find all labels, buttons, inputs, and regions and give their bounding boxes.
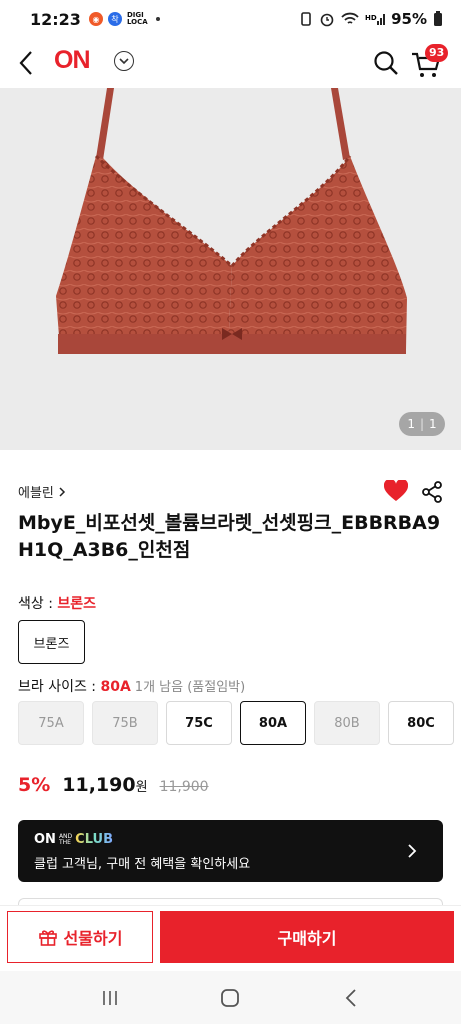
club-logo: ON AND THE CLUB xyxy=(34,832,427,847)
size-chip[interactable]: 75C xyxy=(166,701,232,745)
club-logo-club: CLUB xyxy=(75,832,113,847)
app-loca-text: LOCA xyxy=(126,18,148,26)
price-unit: 원 xyxy=(135,780,148,795)
size-chip[interactable]: 75A xyxy=(18,701,84,745)
battery-icon xyxy=(434,11,442,26)
notification-app-icon: ◉ xyxy=(88,12,103,26)
club-banner-text: 클럽 고객님, 구매 전 혜택을 확인하세요 xyxy=(34,857,251,872)
chevron-right-icon xyxy=(408,844,417,858)
size-selected-value: 80A xyxy=(100,679,131,695)
color-selected-value: 브론즈 xyxy=(57,596,97,612)
chevron-right-icon xyxy=(59,486,65,497)
home-icon xyxy=(221,988,240,1007)
image-counter-current: 1 xyxy=(407,417,415,431)
digilocal-app-icon: DIGI LOCA xyxy=(127,12,148,26)
club-logo-the: THE xyxy=(58,838,71,846)
recent-apps-icon xyxy=(103,990,117,1005)
brand-logo[interactable]: ON xyxy=(54,46,90,75)
search-icon[interactable] xyxy=(372,49,400,77)
recent-apps-button[interactable] xyxy=(98,986,122,1010)
product-title: MbyE_비포선셋_볼륨브라렛_선셋핑크_EBBRBA9H1Q_A3B6_인천점 xyxy=(18,512,441,561)
heart-icon[interactable] xyxy=(384,480,408,502)
color-chip-bronze[interactable]: 브론즈 xyxy=(18,620,85,664)
logo-dropdown-button[interactable] xyxy=(114,51,134,71)
system-navigation-bar xyxy=(0,971,461,1024)
battery-saver-icon xyxy=(301,12,311,26)
app-header: ON 93 xyxy=(0,38,461,88)
gift-icon xyxy=(38,930,57,946)
product-image[interactable]: 1 | 1 xyxy=(0,88,461,450)
original-price: 11,900 xyxy=(159,779,209,795)
back-nav-icon xyxy=(345,988,356,1007)
color-label-text: 색상 : xyxy=(18,596,58,612)
color-option-label: 색상 : 브론즈 xyxy=(18,593,96,613)
hd-voice-signal-icon: HD xyxy=(365,14,386,25)
share-icon[interactable] xyxy=(420,480,444,504)
notification-app-icon: 착 xyxy=(107,12,122,26)
size-option-label: 브라 사이즈 : 80A 1개 남음 (품절임박) xyxy=(18,676,245,696)
cart-count-badge: 93 xyxy=(425,44,449,62)
club-benefit-banner[interactable]: ON AND THE CLUB 클럽 고객님, 구매 전 혜택을 확인하세요 xyxy=(18,820,443,882)
brand-name: 에블린 xyxy=(18,486,54,501)
size-chip[interactable]: 80A xyxy=(240,701,306,745)
sale-price: 11,190원 xyxy=(62,774,147,796)
home-button[interactable] xyxy=(218,986,242,1010)
alarm-icon xyxy=(320,13,334,27)
wifi-icon xyxy=(341,12,359,24)
price-row: 5% 11,190원 11,900 xyxy=(18,774,209,796)
bralette-illustration xyxy=(56,88,407,354)
status-bar: 12:23 ◉ 착 DIGI LOCA HD 95% xyxy=(0,0,461,38)
svg-text:HD: HD xyxy=(365,14,377,22)
image-counter-separator: | xyxy=(419,417,425,431)
status-time: 12:23 xyxy=(30,9,81,29)
buy-button[interactable]: 구매하기 xyxy=(160,911,454,963)
battery-percent: 95% xyxy=(391,10,427,28)
more-notifications-icon xyxy=(155,17,160,21)
back-nav-button[interactable] xyxy=(339,986,363,1010)
back-icon[interactable] xyxy=(14,48,40,78)
image-counter: 1 | 1 xyxy=(399,412,445,436)
size-chip[interactable]: 75B xyxy=(92,701,158,745)
stock-status: 1개 남음 (품절임박) xyxy=(134,680,246,695)
size-chip[interactable]: 80B xyxy=(314,701,380,745)
gift-button-label: 선물하기 xyxy=(63,929,123,948)
gift-button[interactable]: 선물하기 xyxy=(7,911,153,963)
sale-price-value: 11,190 xyxy=(62,774,136,796)
discount-rate: 5% xyxy=(18,774,51,796)
size-chip-list: 75A 75B 75C 80A 80B 80C xyxy=(18,701,454,745)
bottom-action-bar: 선물하기 구매하기 xyxy=(0,905,461,971)
club-logo-on: ON xyxy=(34,832,56,847)
club-logo-and-the: AND THE xyxy=(58,833,72,846)
image-counter-total: 1 xyxy=(429,417,437,431)
size-chip[interactable]: 80C xyxy=(388,701,454,745)
chevron-down-icon xyxy=(119,58,129,65)
brand-link[interactable]: 에블린 xyxy=(18,482,66,501)
size-label-text: 브라 사이즈 : xyxy=(18,679,101,695)
